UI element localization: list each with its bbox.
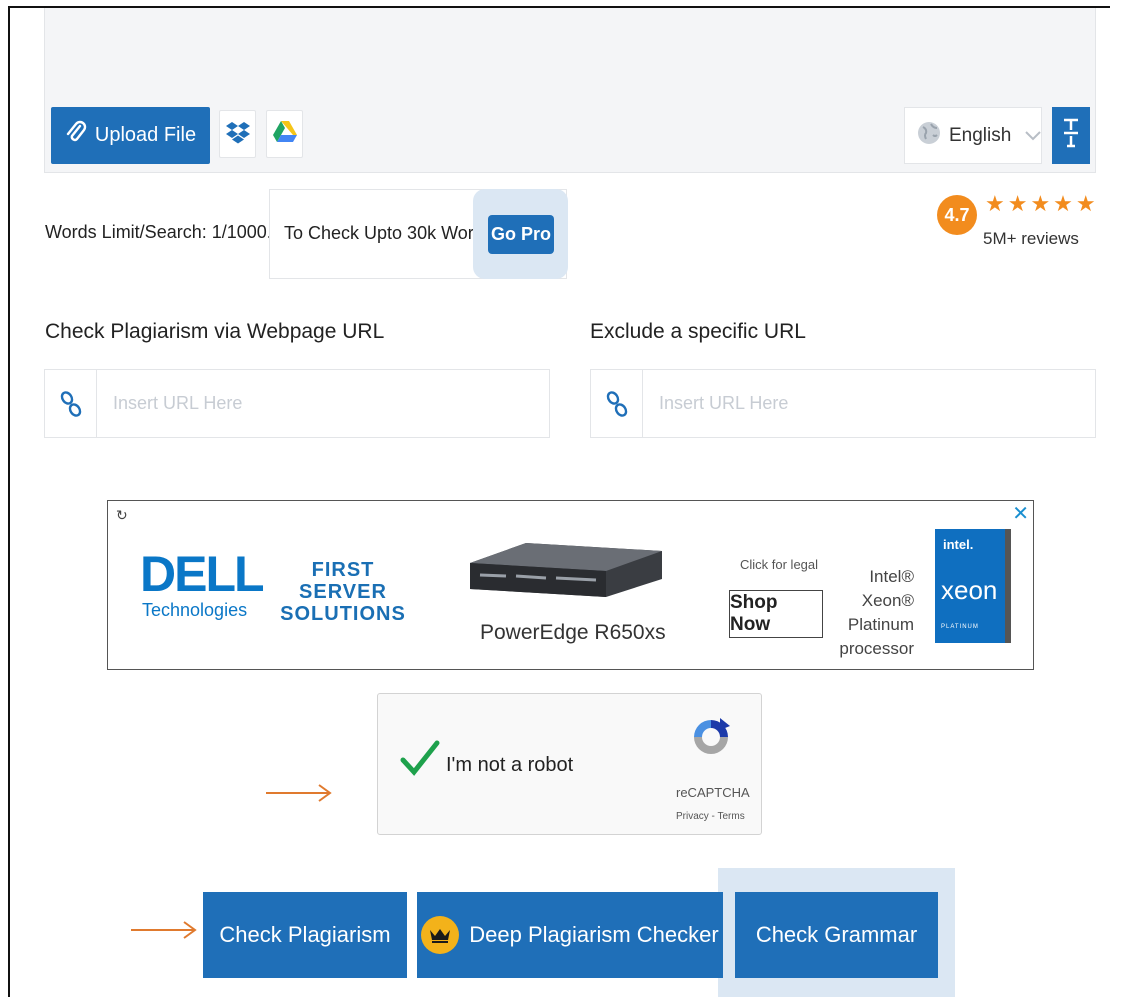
google-drive-button[interactable]: [266, 110, 303, 158]
ad-processor-text: Intel® Xeon® Platinum processor: [839, 567, 914, 658]
advertisement-banner[interactable]: ↻ ✕ DELL Technologies FIRST SERVER SOLUT…: [107, 500, 1034, 670]
language-value: English: [949, 124, 1012, 146]
dropbox-button[interactable]: [219, 110, 256, 158]
url-exclude-label: Exclude a specific URL: [590, 320, 806, 343]
ad-legal-link[interactable]: Click for legal: [740, 557, 818, 572]
checkmark-icon[interactable]: [400, 738, 440, 783]
ad-headline: FIRST SERVER SOLUTIONS: [280, 559, 406, 625]
words-limit-text: Words Limit/Search: 1/1000.: [45, 222, 272, 242]
go-pro-button[interactable]: Go Pro: [488, 215, 554, 254]
link-icon: [591, 370, 643, 437]
check-plagiarism-button[interactable]: Check Plagiarism: [203, 892, 407, 978]
deep-plagiarism-checker-button[interactable]: Deep Plagiarism Checker: [417, 892, 723, 978]
chevron-down-icon: [1025, 125, 1042, 146]
text-format-icon: [1062, 117, 1080, 154]
review-count: 5M+ reviews: [983, 229, 1079, 248]
server-image: [470, 543, 662, 597]
check-grammar-label: Check Grammar: [755, 922, 918, 947]
check-plagiarism-label: Check Plagiarism: [219, 922, 391, 947]
right-gutter: [1110, 6, 1132, 997]
url-exclude-input[interactable]: [643, 370, 1095, 437]
check-grammar-button[interactable]: Check Grammar: [735, 892, 938, 978]
recaptcha-widget[interactable]: I'm not a robot reCAPTCHA Privacy - Term…: [377, 693, 762, 835]
url-check-field[interactable]: [44, 369, 550, 438]
annotation-arrow: [131, 921, 197, 939]
url-exclude-field[interactable]: [590, 369, 1096, 438]
globe-icon: [917, 121, 941, 151]
upload-file-button[interactable]: Upload File: [51, 107, 210, 164]
captcha-label: I'm not a robot: [446, 754, 574, 776]
intel-badge-brand: intel.: [943, 537, 974, 552]
upload-file-label: Upload File: [94, 124, 197, 146]
link-icon: [45, 370, 97, 437]
url-check-label: Check Plagiarism via Webpage URL: [45, 320, 385, 343]
shop-now-button[interactable]: Shop Now: [729, 590, 823, 638]
pro-promo-text: To Check Upto 30k Words: [284, 223, 493, 243]
language-select[interactable]: English: [904, 107, 1042, 164]
rating-widget: 4.7 ★★★★★ 5M+ reviews: [937, 191, 1099, 253]
google-drive-icon: [272, 120, 297, 148]
recaptcha-links[interactable]: Privacy - Terms: [676, 811, 745, 822]
recaptcha-logo-icon: [694, 718, 730, 754]
recaptcha-brand: reCAPTCHA: [676, 785, 750, 800]
ad-refresh-icon[interactable]: ↻: [116, 507, 128, 524]
rating-score-badge: 4.7: [937, 195, 977, 235]
intel-badge-name: xeon: [941, 575, 998, 605]
annotation-arrow: [266, 784, 332, 802]
paperclip-icon: [65, 120, 87, 152]
crown-icon: [421, 916, 460, 954]
intel-xeon-badge: intel. xeon PLATINUM: [935, 529, 1011, 643]
ad-product-name: PowerEdge R650xs: [480, 621, 666, 644]
dell-logo: DELL: [140, 546, 265, 602]
ad-close-icon[interactable]: ✕: [1012, 501, 1029, 526]
deep-plagiarism-checker-label: Deep Plagiarism Checker: [469, 922, 719, 947]
dell-logo-subtitle: Technologies: [142, 600, 248, 620]
intel-badge-tier: PLATINUM: [941, 624, 979, 630]
text-format-button[interactable]: [1052, 107, 1090, 164]
rating-stars: ★★★★★: [985, 191, 1099, 216]
url-check-input[interactable]: [97, 370, 549, 437]
dropbox-icon: [225, 120, 250, 149]
